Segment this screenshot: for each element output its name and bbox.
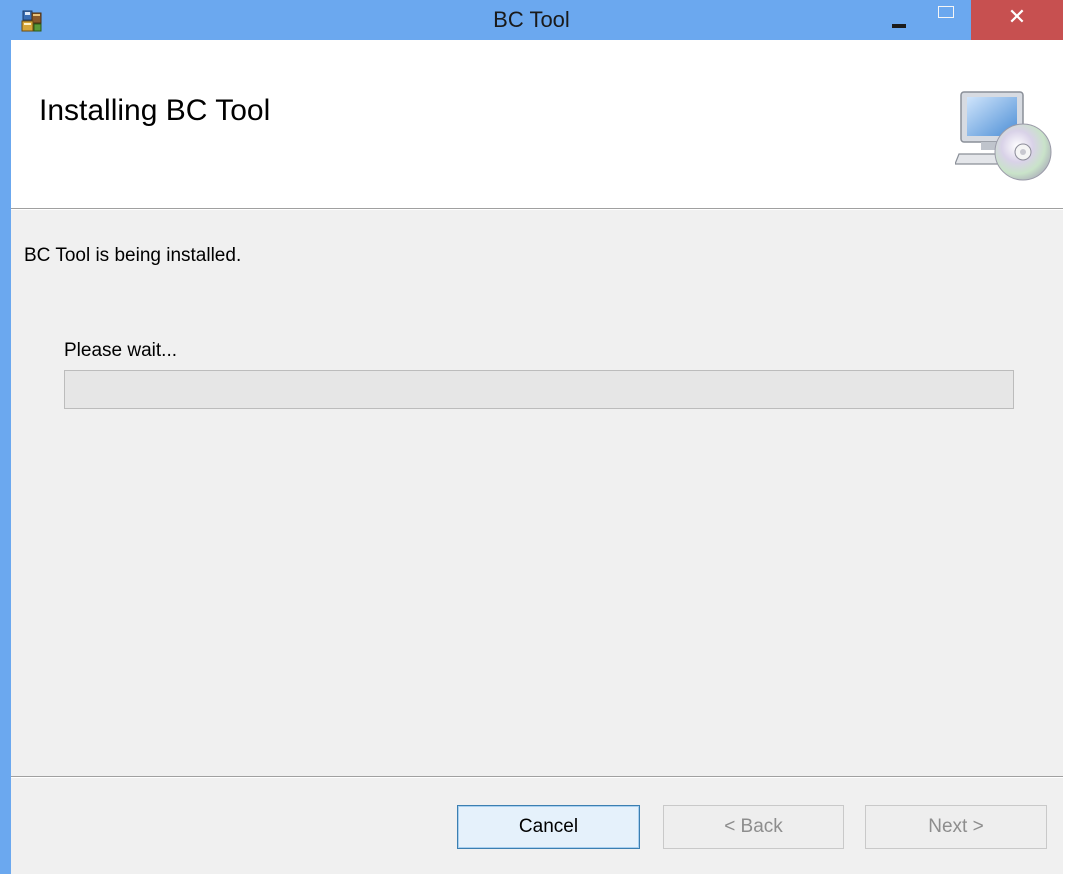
footer-divider-highlight — [11, 777, 1063, 778]
cancel-button[interactable]: Cancel — [457, 805, 640, 849]
close-button[interactable]: ✕ — [971, 0, 1063, 40]
status-text: BC Tool is being installed. — [24, 245, 242, 266]
installer-window: BC Tool ✕ Installing BC Tool BC Tool is … — [0, 0, 1063, 874]
header-banner: Installing BC Tool — [11, 40, 1063, 208]
wait-label: Please wait... — [64, 340, 177, 361]
close-icon: ✕ — [1007, 5, 1027, 30]
next-button[interactable]: Next > — [865, 805, 1047, 849]
computer-disc-icon — [954, 88, 1055, 186]
maximize-button[interactable] — [927, 0, 967, 40]
progress-bar — [64, 370, 1014, 409]
back-button[interactable]: < Back — [663, 805, 844, 849]
page-title: Installing BC Tool — [39, 94, 271, 127]
dialog-client-area: Installing BC Tool BC Tool is being inst… — [11, 40, 1063, 874]
minimize-button[interactable] — [880, 0, 920, 40]
title-bar[interactable]: BC Tool ✕ — [0, 0, 1063, 40]
header-divider-highlight — [11, 209, 1063, 210]
